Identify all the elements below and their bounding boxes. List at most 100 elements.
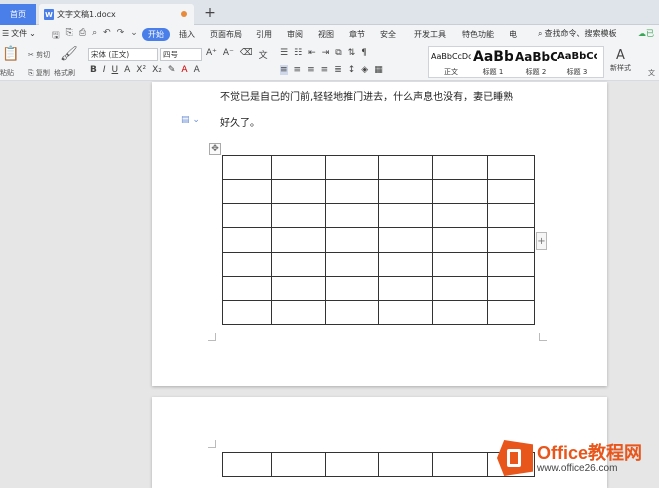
numbered-list-icon[interactable]: ☷: [294, 48, 302, 58]
table-cell[interactable]: [487, 275, 535, 301]
borders-icon[interactable]: ▦: [374, 65, 383, 75]
table-cell[interactable]: [270, 299, 326, 326]
document-table[interactable]: [222, 154, 535, 326]
table-cell[interactable]: [270, 251, 326, 277]
paragraph-line-2[interactable]: 好久了。: [220, 114, 260, 129]
table-cell[interactable]: [432, 203, 489, 229]
print-icon[interactable]: ⎙: [79, 28, 86, 44]
table-cell[interactable]: [487, 227, 535, 253]
table-cell[interactable]: [432, 179, 489, 205]
paragraph-line-1[interactable]: 不觉已是自己的门前,轻轻地推门进去，什么声息也没有，妻已睡熟: [220, 88, 513, 103]
table-cell[interactable]: [324, 299, 380, 326]
table-cell[interactable]: [432, 299, 489, 326]
paragraph-layout-icon[interactable]: ▤ ⌄: [181, 115, 200, 125]
tab-chapter[interactable]: 章节: [349, 28, 365, 41]
paste-icon[interactable]: 📋: [2, 46, 19, 62]
style-heading-1[interactable]: AaBb 标题 1: [473, 49, 513, 77]
table-cell[interactable]: [270, 227, 326, 253]
style-heading-3[interactable]: AaBbCc 标题 3: [557, 49, 597, 77]
table-cell[interactable]: [432, 275, 489, 301]
add-column-button[interactable]: +: [536, 232, 547, 250]
cloud-sync-status[interactable]: ☁已: [638, 28, 654, 39]
table-cell[interactable]: [222, 275, 272, 301]
table-cell[interactable]: [222, 203, 272, 229]
table-cell[interactable]: [324, 179, 380, 205]
align-left-icon[interactable]: ≡: [280, 65, 288, 75]
table-cell[interactable]: [432, 154, 489, 181]
more-icon[interactable]: ⌄: [130, 28, 138, 44]
tab-home[interactable]: 首页: [0, 4, 36, 25]
table-move-handle-icon[interactable]: ✥: [209, 143, 221, 155]
unsaved-indicator[interactable]: [181, 11, 187, 17]
tab-features[interactable]: 特色功能: [462, 28, 494, 41]
align-center-icon[interactable]: ≡: [294, 65, 302, 75]
text-tools-button[interactable]: 文: [648, 68, 655, 78]
paste-button[interactable]: 粘贴: [0, 68, 14, 78]
bullet-list-icon[interactable]: ☰: [280, 48, 288, 58]
font-size-select[interactable]: 四号: [160, 48, 202, 61]
format-painter-button[interactable]: 格式刷: [54, 68, 75, 78]
table-cell[interactable]: [324, 154, 380, 181]
table-cell[interactable]: [270, 452, 326, 477]
table-cell[interactable]: [378, 179, 434, 205]
align-right-icon[interactable]: ≡: [307, 65, 315, 75]
tab-page-layout[interactable]: 页面布局: [210, 28, 242, 41]
copy-button[interactable]: ⎘ 复制: [28, 68, 50, 78]
table-cell[interactable]: [324, 452, 380, 477]
tab-developer[interactable]: 开发工具: [414, 28, 446, 41]
redo-icon[interactable]: ↷: [117, 28, 125, 44]
table-cell[interactable]: [432, 227, 489, 253]
subscript-icon[interactable]: X₂: [152, 65, 162, 75]
italic-icon[interactable]: I: [103, 65, 106, 75]
table-cell[interactable]: [324, 227, 380, 253]
table-cell[interactable]: [222, 251, 272, 277]
new-tab-button[interactable]: +: [202, 4, 218, 22]
tab-security[interactable]: 安全: [380, 28, 396, 41]
table-cell[interactable]: [324, 251, 380, 277]
clear-format-icon[interactable]: ⌫: [240, 48, 253, 61]
table-cell[interactable]: [270, 154, 326, 181]
style-heading-2[interactable]: AaBbC 标题 2: [515, 49, 557, 77]
show-marks-icon[interactable]: ¶: [361, 48, 367, 58]
table-cell[interactable]: [378, 452, 434, 477]
cut-button[interactable]: ✂ 剪切: [28, 50, 50, 60]
tab-references[interactable]: 引用: [256, 28, 272, 41]
line-spacing-icon[interactable]: ↕: [348, 65, 356, 75]
table-cell[interactable]: [487, 179, 535, 205]
command-search[interactable]: ⌕ 查找命令、搜索模板: [538, 28, 616, 39]
table-cell[interactable]: [222, 179, 272, 205]
table-cell[interactable]: [487, 251, 535, 277]
table-cell[interactable]: [378, 227, 434, 253]
superscript-icon[interactable]: X²: [136, 65, 146, 75]
phonetic-icon[interactable]: 文: [259, 48, 268, 61]
table-cell[interactable]: [324, 203, 380, 229]
table-cell[interactable]: [378, 203, 434, 229]
shading-icon[interactable]: ◈: [361, 65, 368, 75]
table-cell[interactable]: [432, 452, 489, 477]
tab-view[interactable]: 视图: [318, 28, 334, 41]
justify-icon[interactable]: ≡: [321, 65, 329, 75]
table-cell[interactable]: [432, 251, 489, 277]
table-cell[interactable]: [487, 154, 535, 181]
strikethrough-icon[interactable]: A: [124, 65, 130, 75]
shrink-font-icon[interactable]: A⁻: [223, 48, 234, 61]
tab-start[interactable]: 开始: [142, 28, 170, 41]
decrease-indent-icon[interactable]: ⇤: [308, 48, 316, 58]
format-painter-icon[interactable]: 🖌: [60, 46, 78, 62]
grow-font-icon[interactable]: A⁺: [206, 48, 217, 61]
underline-icon[interactable]: U: [112, 65, 119, 75]
table-cell[interactable]: [378, 275, 434, 301]
table-cell[interactable]: [324, 275, 380, 301]
table-cell[interactable]: [222, 227, 272, 253]
table-cell[interactable]: [222, 154, 272, 181]
highlight-icon[interactable]: ✎: [168, 65, 176, 75]
print-preview-icon[interactable]: ⌕: [92, 28, 97, 44]
save-icon[interactable]: 🖫: [52, 28, 60, 44]
font-family-select[interactable]: 宋体 (正文): [88, 48, 158, 61]
undo-icon[interactable]: ↶: [103, 28, 111, 44]
distributed-icon[interactable]: ≣: [334, 65, 342, 75]
table-cell[interactable]: [487, 203, 535, 229]
table-cell[interactable]: [378, 251, 434, 277]
tab-review[interactable]: 审阅: [287, 28, 303, 41]
file-menu[interactable]: ☰ 文件 ⌄: [2, 28, 36, 39]
